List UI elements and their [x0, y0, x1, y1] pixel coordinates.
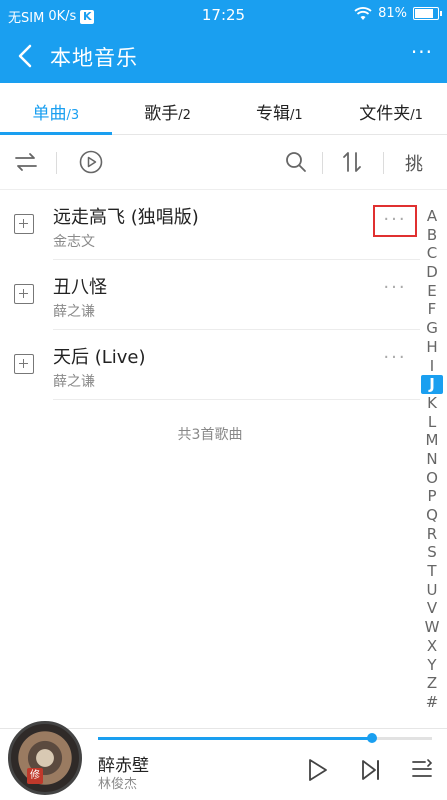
- battery-percent: 81%: [378, 6, 407, 21]
- header: 本地音乐 ···: [0, 30, 447, 83]
- next-track-icon[interactable]: [358, 757, 384, 783]
- index-letter[interactable]: S: [421, 543, 443, 562]
- index-letter[interactable]: Z: [421, 674, 443, 693]
- index-letter[interactable]: N: [421, 450, 443, 469]
- add-to-playlist-icon[interactable]: [14, 214, 34, 234]
- tab-count: /3: [66, 108, 80, 123]
- index-letter[interactable]: H: [421, 338, 443, 357]
- index-letter[interactable]: B: [421, 226, 443, 245]
- index-letter[interactable]: C: [421, 244, 443, 263]
- index-letter[interactable]: P: [421, 487, 443, 506]
- tab-0[interactable]: 单曲/3: [0, 83, 112, 135]
- index-letter[interactable]: I: [421, 357, 443, 376]
- toolbar-divider: [383, 152, 384, 174]
- index-letter[interactable]: J: [421, 375, 443, 394]
- song-count-text: 共3首歌曲: [177, 427, 243, 443]
- index-letter[interactable]: K: [421, 394, 443, 413]
- index-letter[interactable]: A: [421, 207, 443, 226]
- tab-label: 专辑: [256, 104, 291, 124]
- tab-label: 单曲: [32, 104, 67, 124]
- add-to-playlist-icon[interactable]: [14, 284, 34, 304]
- progress-fill: [98, 733, 377, 743]
- song-title: 丑八怪: [53, 277, 107, 298]
- shuffle-icon[interactable]: [14, 150, 38, 174]
- battery-icon: [413, 7, 442, 20]
- status-bar: 无SIM 0K/s K 17:25 81%: [0, 0, 447, 30]
- tab-2[interactable]: 专辑/1: [224, 83, 336, 134]
- more-menu-button[interactable]: ···: [411, 40, 433, 64]
- tab-count: /1: [410, 108, 423, 123]
- progress-knob[interactable]: [366, 733, 377, 743]
- sort-icon[interactable]: [340, 150, 364, 174]
- index-letter[interactable]: #: [421, 693, 443, 712]
- tab-bar: 单曲/3 歌手/2 专辑/1 文件夹/1: [0, 83, 447, 135]
- app-bar: 无SIM 0K/s K 17:25 81% 本地音乐 ···: [0, 0, 447, 83]
- now-playing-artist: 林俊杰: [98, 777, 138, 792]
- index-letter[interactable]: F: [421, 300, 443, 319]
- toolbar-divider: [322, 152, 323, 174]
- tab-1[interactable]: 歌手/2: [112, 83, 224, 134]
- mini-player[interactable]: 修 醉赤壁 林俊杰: [0, 721, 447, 800]
- song-row[interactable]: 丑八怪 薛之谦 ···: [0, 260, 420, 330]
- play-circle-icon[interactable]: [79, 150, 103, 174]
- list-toolbar: 挑: [0, 136, 447, 190]
- song-artist: 薛之谦: [53, 304, 95, 320]
- index-letter[interactable]: V: [421, 599, 443, 618]
- album-cover[interactable]: 修: [8, 721, 82, 795]
- tab-count: /2: [178, 108, 191, 123]
- index-letter[interactable]: D: [421, 263, 443, 282]
- wifi-icon: [354, 6, 372, 20]
- search-icon[interactable]: [284, 150, 308, 174]
- index-letter[interactable]: R: [421, 525, 443, 544]
- page-title: 本地音乐: [50, 46, 138, 70]
- row-divider: [53, 399, 420, 400]
- song-row[interactable]: 天后 (Live) 薛之谦 ···: [0, 330, 420, 400]
- song-artist: 薛之谦: [53, 374, 95, 390]
- toolbar-divider: [56, 152, 57, 174]
- alphabet-index[interactable]: A B C D E F G H I J K L M N O P Q R S T U V W X Y Z #: [421, 207, 443, 712]
- tab-label: 歌手: [144, 104, 179, 124]
- index-letter[interactable]: O: [421, 469, 443, 488]
- index-letter[interactable]: U: [421, 581, 443, 600]
- tab-count: /1: [290, 108, 303, 123]
- song-more-button[interactable]: ···: [373, 345, 417, 377]
- song-title: 天后 (Live): [53, 347, 146, 368]
- back-arrow-icon[interactable]: [12, 42, 40, 70]
- song-more-button[interactable]: ···: [373, 205, 417, 237]
- index-letter[interactable]: T: [421, 562, 443, 581]
- play-icon[interactable]: [304, 757, 330, 783]
- index-letter[interactable]: G: [421, 319, 443, 338]
- batch-select-button[interactable]: 挑: [405, 150, 423, 176]
- battery-level: [415, 9, 433, 18]
- tab-3[interactable]: 文件夹/1: [335, 83, 447, 134]
- index-letter[interactable]: W: [421, 618, 443, 637]
- song-title: 远走高飞 (独唱版): [53, 207, 199, 228]
- playback-progress[interactable]: [98, 733, 432, 743]
- index-letter[interactable]: M: [421, 431, 443, 450]
- add-to-playlist-icon[interactable]: [14, 354, 34, 374]
- index-letter[interactable]: Y: [421, 656, 443, 675]
- index-letter[interactable]: L: [421, 413, 443, 432]
- song-artist: 金志文: [53, 234, 95, 250]
- song-row[interactable]: 远走高飞 (独唱版) 金志文 ···: [0, 190, 420, 260]
- index-letter[interactable]: E: [421, 282, 443, 301]
- index-letter[interactable]: Q: [421, 506, 443, 525]
- cover-tag: 修: [27, 768, 43, 784]
- index-letter[interactable]: X: [421, 637, 443, 656]
- song-more-button[interactable]: ···: [373, 275, 417, 307]
- tab-label: 文件夹: [359, 104, 411, 124]
- playlist-icon[interactable]: [409, 757, 435, 783]
